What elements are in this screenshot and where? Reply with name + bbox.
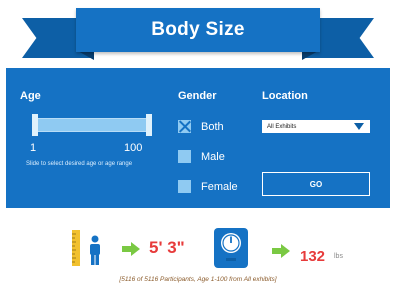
weight-value: 132 <box>300 248 326 265</box>
participant-count: [5116 of 5116 Participants, Age 1-100 fr… <box>119 276 277 283</box>
gender-checkbox-female[interactable] <box>178 180 191 193</box>
arrow-right-icon <box>122 242 140 256</box>
gender-label: Gender <box>178 90 217 102</box>
gender-option-male[interactable]: Male <box>178 150 225 163</box>
location-select[interactable]: All Exhibits <box>262 120 370 133</box>
age-slider-max-handle[interactable] <box>146 114 152 136</box>
gender-option-label: Female <box>201 180 238 193</box>
arrow-right-icon <box>272 244 290 258</box>
height-value: 5' 3" <box>149 238 185 257</box>
gender-option-female[interactable]: Female <box>178 180 238 193</box>
scale-icon <box>214 228 248 268</box>
ruler-icon <box>72 230 80 266</box>
gender-option-label: Male <box>201 150 225 163</box>
gender-option-label: Both <box>201 120 224 133</box>
age-slider-min-handle[interactable] <box>32 114 38 136</box>
age-range-slider[interactable] <box>34 118 148 132</box>
caret-down-icon[interactable] <box>354 123 364 130</box>
age-label: Age <box>20 90 41 102</box>
filter-panel: Age Gender Location 1 100 Slide to selec… <box>6 68 390 208</box>
result-row: 5' 3" 132 lbs <box>0 222 396 272</box>
gender-option-both[interactable]: Both <box>178 120 224 133</box>
gender-checkbox-male[interactable] <box>178 150 191 163</box>
age-slider-hint: Slide to select desired age or age range <box>26 161 133 167</box>
page-title: Body Size <box>151 19 245 40</box>
go-button[interactable]: GO <box>262 172 370 196</box>
age-min-label: 1 <box>30 142 37 154</box>
location-selected-value: All Exhibits <box>267 123 297 130</box>
check-x-icon[interactable] <box>178 120 191 133</box>
title-ribbon: Body Size <box>0 0 396 70</box>
location-label: Location <box>262 90 308 102</box>
weight-unit: lbs <box>334 253 343 260</box>
ribbon-main: Body Size <box>76 8 320 52</box>
age-max-label: 100 <box>124 142 143 154</box>
person-icon <box>90 235 100 265</box>
